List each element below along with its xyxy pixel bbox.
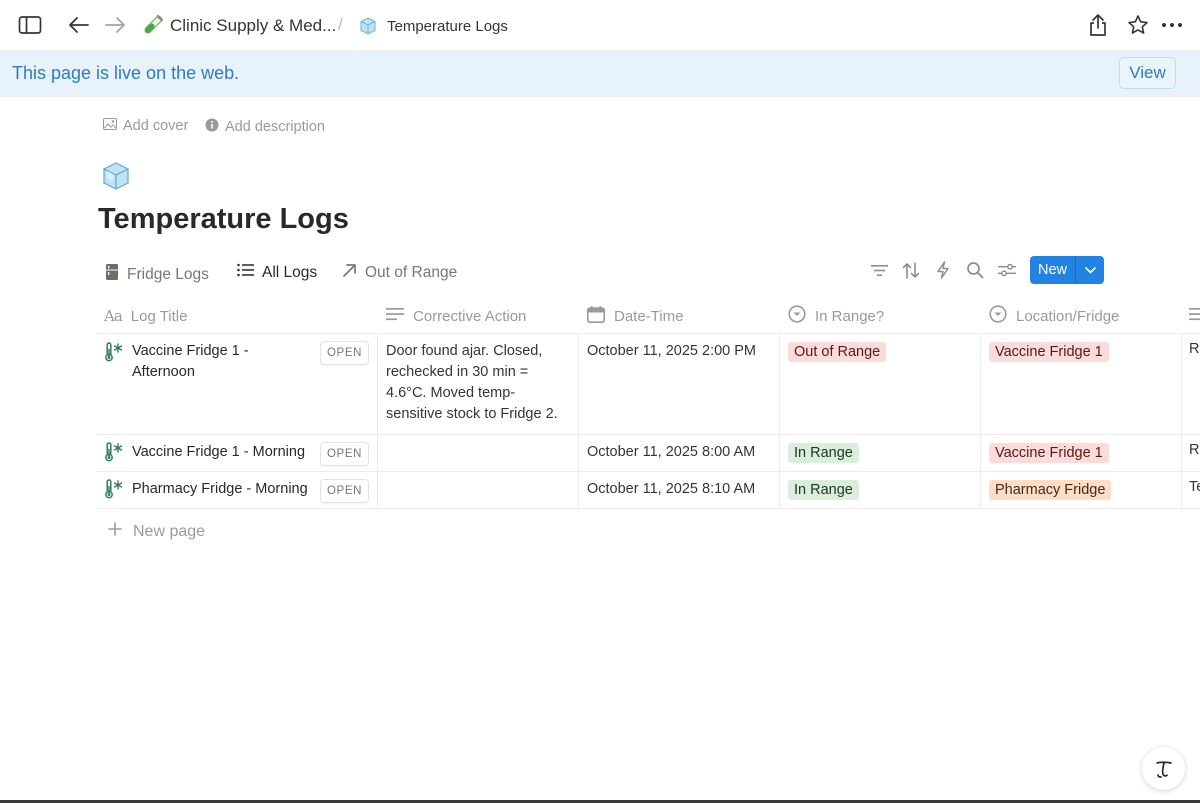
column-header-label: Corrective Action <box>413 307 527 325</box>
forward-arrow-icon[interactable] <box>103 13 127 37</box>
more-options-icon[interactable] <box>1160 13 1184 37</box>
add-cover-label: Add cover <box>123 118 189 134</box>
open-row-button[interactable]: OPEN <box>320 442 369 466</box>
new-record-button[interactable]: New <box>1030 256 1075 284</box>
new-page-button[interactable]: New page <box>108 522 205 541</box>
published-banner: This page is live on the web. View <box>0 50 1200 97</box>
column-divider <box>578 333 579 508</box>
list-icon <box>237 263 254 282</box>
banner-text: This page is live on the web. <box>12 63 240 83</box>
thermometer-snowflake-icon <box>104 342 124 362</box>
page-title[interactable]: Temperature Logs <box>98 203 349 236</box>
row-divider <box>96 471 1200 472</box>
sidebar-toggle-icon[interactable] <box>18 13 42 37</box>
share-icon[interactable] <box>1086 13 1110 37</box>
column-header-label: In Range? <box>815 307 885 325</box>
column-header-in-range[interactable]: In Range? <box>788 305 884 327</box>
next-column-cell-partial[interactable]: R <box>1189 442 1199 458</box>
date-time-cell[interactable]: October 11, 2025 8:10 AM <box>587 479 755 500</box>
tab-label: All Logs <box>262 263 318 281</box>
column-header-label: Location/Fridge <box>1016 307 1120 325</box>
date-time-cell[interactable]: October 11, 2025 2:00 PM <box>587 341 756 362</box>
fridge-icon <box>105 263 119 286</box>
add-description-button[interactable]: Add description <box>205 118 325 136</box>
column-divider <box>1181 333 1182 508</box>
status-badge[interactable]: Out of Range <box>788 342 887 362</box>
row-divider <box>96 434 1200 435</box>
corrective-action-line: Door found ajar. Closed, <box>386 343 543 359</box>
status-badge[interactable]: In Range <box>788 443 859 463</box>
row-divider <box>96 333 1200 334</box>
select-icon <box>788 305 806 327</box>
status-badge[interactable]: In Range <box>788 480 859 500</box>
new-record-button-group: New <box>1030 256 1104 284</box>
column-header-log-title[interactable]: Aa Log Title <box>104 305 188 327</box>
tab-fridge-logs[interactable]: Fridge Logs <box>105 263 209 286</box>
date-time-cell[interactable]: October 11, 2025 8:00 AM <box>587 442 755 463</box>
row-title-line[interactable]: Afternoon <box>132 362 195 383</box>
next-column-cell-partial[interactable]: R <box>1189 341 1199 357</box>
back-arrow-icon[interactable] <box>67 13 91 37</box>
ice-cube-icon <box>357 15 379 37</box>
search-icon[interactable] <box>965 260 985 280</box>
new-page-label: New page <box>133 522 206 540</box>
ice-cube-page-icon[interactable] <box>101 161 131 191</box>
thermometer-snowflake-icon <box>104 479 124 499</box>
tab-label: Fridge Logs <box>127 265 209 283</box>
text-lines-icon <box>1189 307 1200 325</box>
tab-out-of-range[interactable]: Out of Range <box>342 263 457 283</box>
breadcrumb-workspace[interactable]: Clinic Supply & Med... <box>170 16 336 36</box>
location-badge[interactable]: Pharmacy Fridge <box>989 480 1112 500</box>
automation-lightning-icon[interactable] <box>933 260 953 280</box>
column-divider <box>779 333 780 508</box>
row-title[interactable]: Pharmacy Fridge - Morning <box>132 479 308 500</box>
plus-icon <box>108 522 122 541</box>
star-icon[interactable] <box>1126 13 1150 37</box>
text-type-icon: Aa <box>104 307 123 325</box>
row-title-line[interactable]: Vaccine Fridge 1 - <box>132 341 249 362</box>
top-bar: Clinic Supply & Med... / Temperature Log… <box>0 0 1200 50</box>
tab-label: Out of Range <box>365 264 458 281</box>
corrective-action-line: 4.6°C. Moved temp- <box>386 385 516 401</box>
column-header-corrective-action[interactable]: Corrective Action <box>386 305 526 327</box>
corrective-action-cell[interactable]: Door found ajar. Closed, rechecked in 30… <box>386 341 558 425</box>
text-lines-icon <box>386 307 404 325</box>
test-tube-icon <box>141 13 165 37</box>
info-icon <box>205 118 219 136</box>
next-column-cell-partial[interactable]: Te <box>1189 479 1200 495</box>
corrective-action-line: sensitive stock to Fridge 2. <box>386 406 558 422</box>
view-site-button[interactable]: View <box>1119 57 1176 89</box>
image-icon <box>103 118 117 134</box>
column-header-label: Date-Time <box>614 307 684 325</box>
view-settings-icon[interactable] <box>997 260 1017 280</box>
open-row-button[interactable]: OPEN <box>320 341 369 365</box>
location-badge[interactable]: Vaccine Fridge 1 <box>989 443 1109 463</box>
open-row-button[interactable]: OPEN <box>320 479 369 503</box>
column-header-next-partial[interactable] <box>1189 305 1200 327</box>
filter-icon[interactable] <box>869 260 889 280</box>
row-divider <box>96 508 1200 509</box>
add-description-label: Add description <box>225 119 325 135</box>
column-header-date-time[interactable]: Date-Time <box>587 305 683 327</box>
thermometer-snowflake-icon <box>104 442 124 462</box>
calendar-icon <box>587 305 605 327</box>
arrow-up-right-icon <box>342 263 357 283</box>
breadcrumb-page[interactable]: Temperature Logs <box>387 18 508 35</box>
location-badge[interactable]: Vaccine Fridge 1 <box>989 342 1109 362</box>
select-icon <box>989 305 1007 327</box>
add-cover-button[interactable]: Add cover <box>103 118 188 134</box>
column-header-location-fridge[interactable]: Location/Fridge <box>989 305 1119 327</box>
corrective-action-line: rechecked in 30 min = <box>386 364 529 380</box>
column-divider <box>377 333 378 508</box>
tab-all-logs[interactable]: All Logs <box>237 263 317 282</box>
sort-icon[interactable] <box>901 260 921 280</box>
chevron-down-icon[interactable] <box>1076 256 1104 284</box>
column-divider <box>980 333 981 508</box>
column-header-label: Log Title <box>130 307 188 325</box>
row-title[interactable]: Vaccine Fridge 1 - Morning <box>132 442 305 463</box>
notion-ai-icon[interactable] <box>1142 747 1185 790</box>
breadcrumb-separator: / <box>338 15 343 34</box>
